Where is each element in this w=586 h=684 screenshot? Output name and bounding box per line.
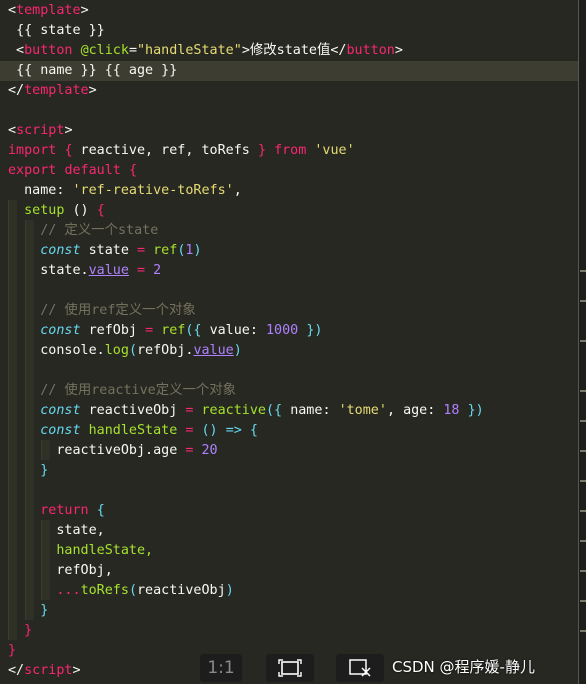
identifier: reactiveObj [137, 583, 226, 598]
code-line: } [40, 463, 49, 478]
code-line: state.value = 2 [40, 263, 162, 278]
code-line: const state = ref(1) [40, 243, 202, 258]
code-line: const handleState = () => { [40, 423, 258, 438]
number: 18 [443, 403, 460, 418]
code-line: <script> [8, 123, 73, 138]
keyword: const [40, 243, 81, 258]
code-line: ...toRefs(reactiveObj) [56, 583, 234, 598]
tag-name: script [24, 663, 73, 678]
code-line: <button @click="handleState">修改state值</b… [8, 43, 403, 58]
code-line: const refObj = ref({ value: 1000 }) [40, 323, 323, 338]
code-line: name: 'ref-reative-toRefs', [24, 183, 242, 198]
property: value [193, 343, 234, 358]
code-line: console.log(refObj.value) [40, 343, 242, 358]
tag-name: button [346, 43, 395, 58]
code-line: <template> [8, 3, 89, 18]
code-line: } [40, 603, 49, 618]
property-key: name [24, 183, 57, 198]
function-name: setup [24, 203, 65, 218]
code-line: refObj, [8, 561, 113, 581]
variable: reactiveObj [88, 403, 178, 418]
property-key: value [209, 323, 250, 338]
code-line: // 使用reactive定义一个对象 [8, 381, 236, 401]
spread-operator: ... [56, 583, 81, 598]
code-line: export default { [8, 163, 137, 178]
minimap-strip [578, 0, 586, 684]
tag-name: template [24, 83, 89, 98]
code-line: {{ state }} [8, 21, 105, 41]
crop-icon [349, 659, 371, 677]
function-name: ref [161, 323, 186, 338]
crop-button[interactable] [336, 654, 384, 682]
code-editor[interactable]: <template> {{ state }} <button @click="h… [0, 0, 578, 684]
number: 1000 [266, 323, 299, 338]
comment: // 使用ref定义一个对象 [40, 303, 196, 318]
identifier: handleState, [56, 543, 154, 558]
tag-name: template [16, 3, 81, 18]
keyword: default [64, 163, 121, 178]
object: console. [40, 343, 105, 358]
code-line: import { reactive, ref, toRefs } from 'v… [8, 143, 355, 158]
mustache: {{ name }} {{ age }} [16, 63, 178, 78]
code-line: handleState, [8, 541, 153, 561]
code-line: } [24, 623, 33, 638]
keyword: import [8, 143, 57, 158]
keyword: export [8, 163, 57, 178]
object: state. [40, 263, 89, 278]
actual-size-button[interactable]: 1:1 [200, 654, 242, 682]
number: 20 [201, 443, 218, 458]
actual-size-label: 1:1 [207, 658, 235, 678]
comment: // 使用reactive定义一个对象 [40, 383, 237, 398]
property: value [88, 263, 129, 278]
object: reactiveObj.age [56, 443, 178, 458]
code-line: </script> [8, 663, 81, 678]
object: refObj. [137, 343, 194, 358]
button-text: 修改state值 [249, 43, 331, 58]
string: 'tome' [338, 403, 387, 418]
function-name: handleState [88, 423, 178, 438]
variable: state [88, 243, 129, 258]
code-line: return { [40, 503, 105, 518]
keyword: const [40, 403, 81, 418]
code-line: // 使用ref定义一个对象 [8, 301, 196, 321]
attr-name: @click [80, 43, 129, 58]
code-line: reactiveObj.age = 20 [56, 443, 218, 458]
code-line: </template> [8, 83, 97, 98]
image-viewer-toolbar: 1:1 [196, 652, 392, 684]
keyword: const [40, 423, 81, 438]
watermark: CSDN @程序媛-静儿 [392, 658, 535, 676]
tag-name: script [16, 123, 65, 138]
property-key: name [290, 403, 323, 418]
keyword: from [274, 143, 307, 158]
function-name: reactive [201, 403, 267, 418]
code-line: setup () { [24, 203, 105, 218]
string: 'ref-reative-toRefs' [72, 183, 234, 198]
code-line: const reactiveObj = reactive({ name: 'to… [40, 403, 484, 418]
property-key: age [403, 403, 428, 418]
keyword: return [40, 503, 89, 518]
identifier: refObj, [56, 563, 113, 578]
string: 'vue' [314, 143, 355, 158]
code-line-current: {{ name }} {{ age }} [0, 61, 578, 81]
import-names: reactive, ref, toRefs [72, 143, 258, 158]
identifier: state, [56, 523, 105, 538]
fit-screen-icon [278, 659, 302, 677]
code-line: // 定义一个state [8, 221, 158, 241]
code-line: } [8, 643, 17, 658]
function-name: toRefs [80, 583, 129, 598]
function-name: log [104, 343, 129, 358]
number: 2 [153, 263, 162, 278]
function-name: ref [153, 243, 178, 258]
keyword: const [40, 323, 81, 338]
fit-screen-button[interactable] [266, 654, 314, 682]
variable: refObj [88, 323, 137, 338]
comment: // 定义一个state [40, 223, 159, 238]
attr-value: "handleState" [137, 43, 242, 58]
tag-name: button [24, 43, 73, 58]
mustache: {{ state }} [16, 23, 105, 38]
code-line: state, [8, 521, 105, 541]
